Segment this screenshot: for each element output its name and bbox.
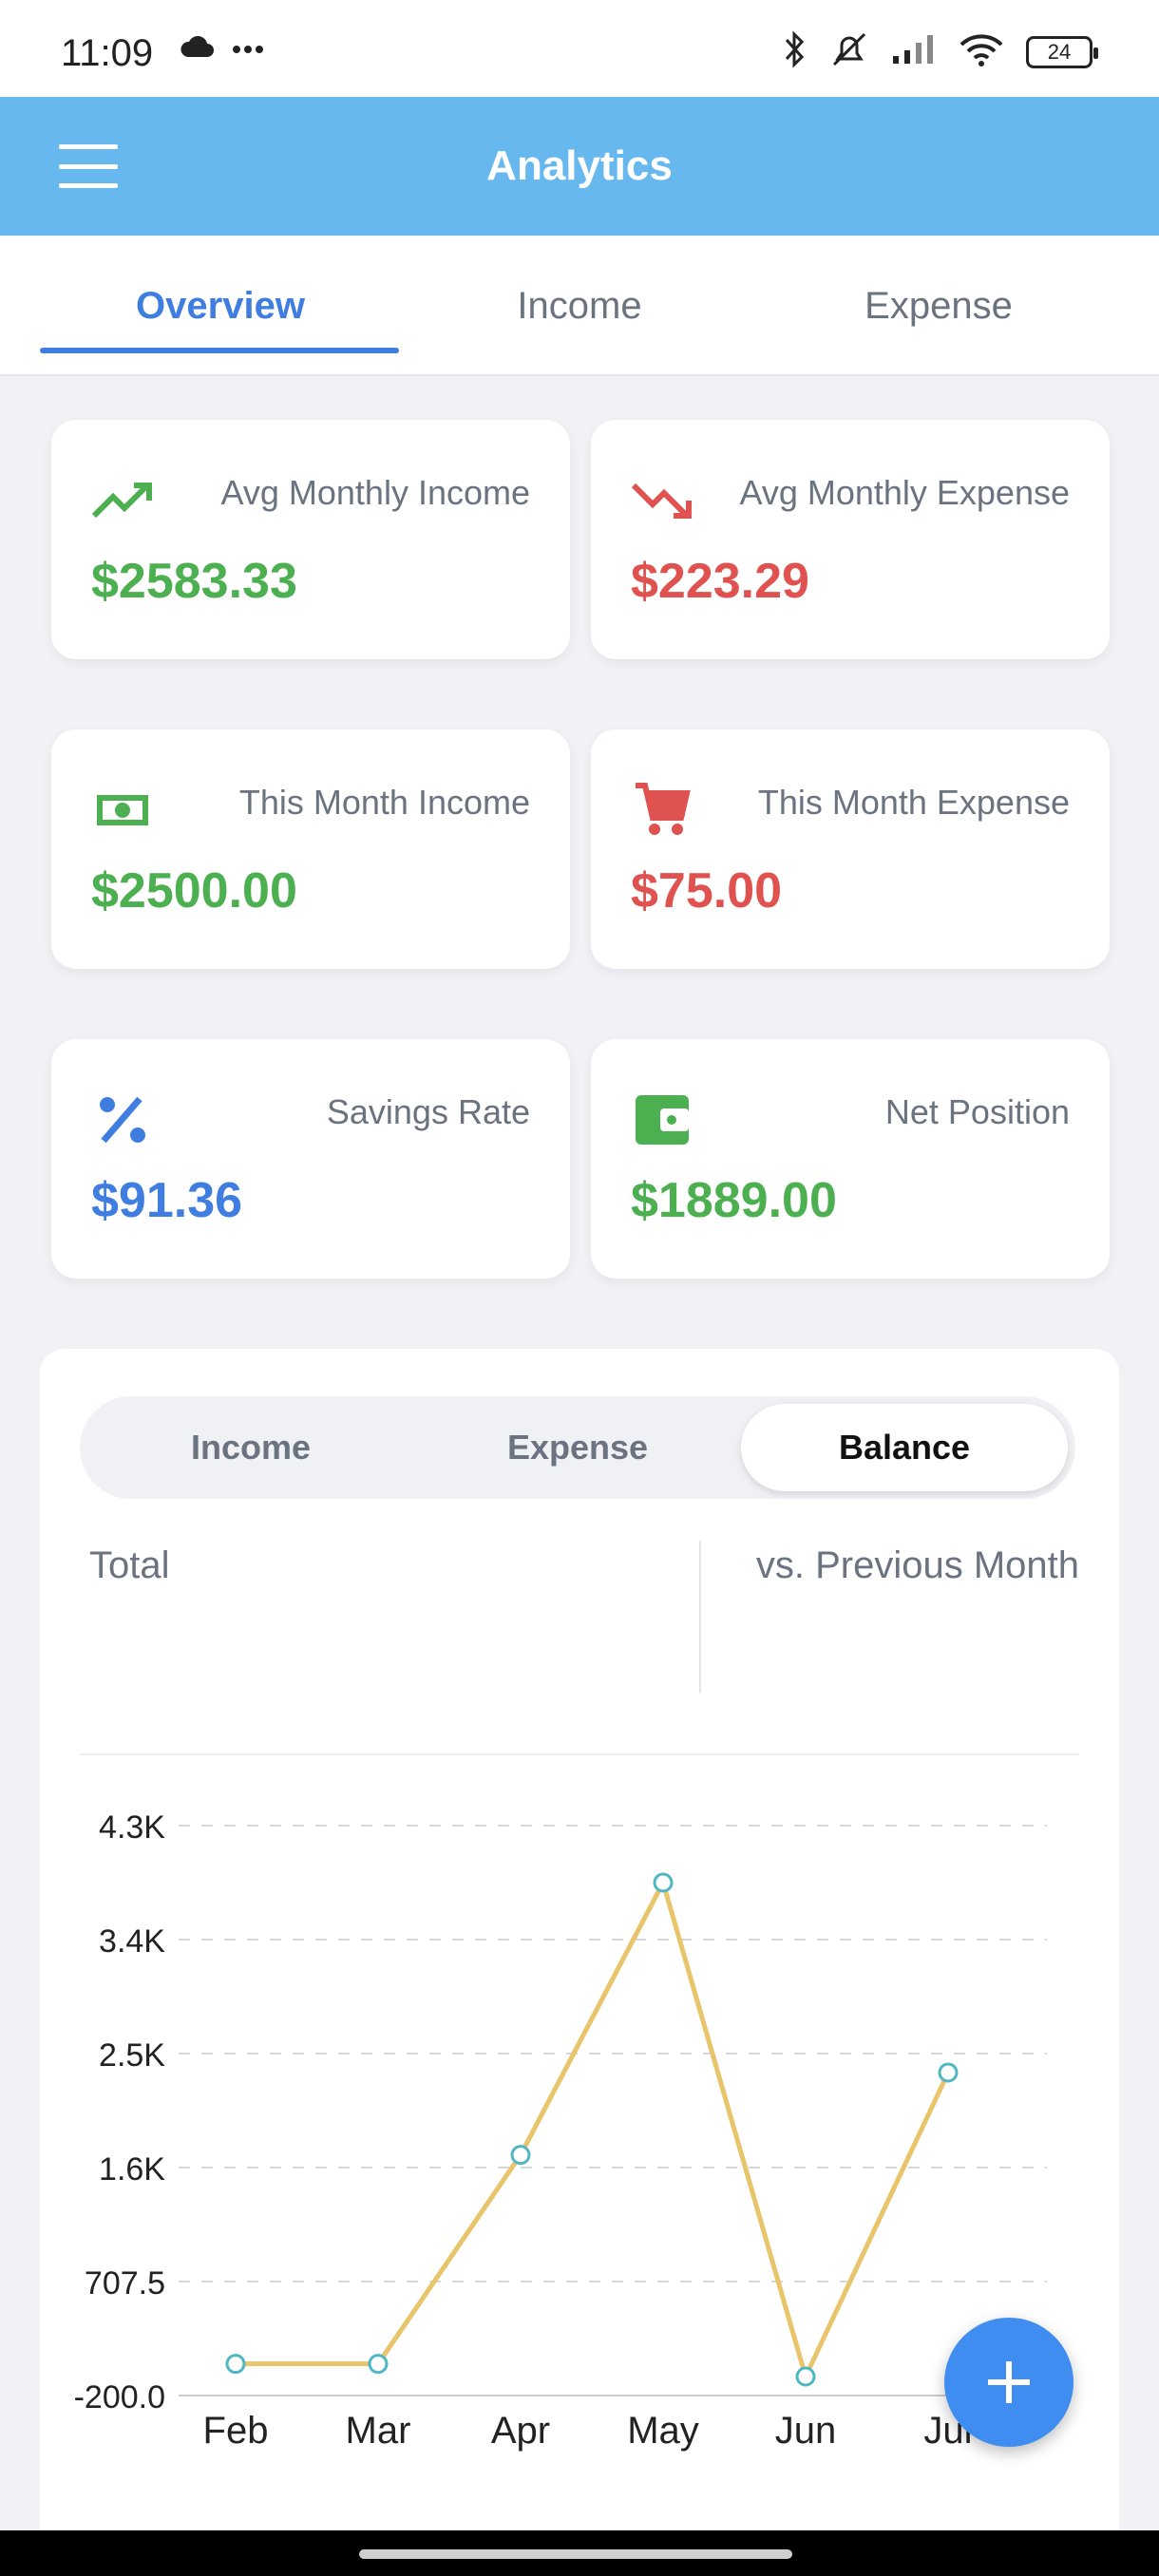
app-bar: Analytics — [0, 97, 1159, 236]
y-tick-label: 1.6K — [99, 2151, 165, 2188]
data-point — [510, 2145, 531, 2166]
battery-icon: 24 — [1026, 35, 1098, 68]
y-tick-label: 3.4K — [99, 1923, 165, 1960]
month-income-value: $2500.00 — [91, 863, 297, 919]
tab-indicator — [40, 348, 399, 353]
data-point — [938, 2062, 959, 2083]
avg-expense-card: Avg Monthly Expense $223.29 — [591, 420, 1110, 659]
wifi-icon — [958, 31, 1005, 72]
savings-rate-value: $91.36 — [91, 1173, 243, 1228]
savings-rate-card: Savings Rate $91.36 — [51, 1039, 570, 1279]
plus-icon — [988, 2361, 1030, 2403]
y-tick-label: 4.3K — [99, 1809, 165, 1846]
data-point — [653, 1872, 674, 1893]
avg-income-card: Avg Monthly Income $2583.33 — [51, 420, 570, 659]
cart-icon — [631, 779, 694, 842]
tab-expense[interactable]: Expense — [758, 236, 1119, 376]
savings-rate-label: Savings Rate — [326, 1092, 530, 1131]
battery-level: 24 — [1047, 39, 1072, 64]
cloud-icon — [179, 35, 215, 64]
avg-income-label: Avg Monthly Income — [220, 473, 531, 512]
net-position-value: $1889.00 — [631, 1173, 837, 1228]
status-time: 11:09 — [61, 32, 154, 74]
nav-gesture-handle[interactable] — [359, 2549, 792, 2559]
wallet-icon — [631, 1089, 694, 1151]
bluetooth-icon — [783, 30, 808, 73]
x-tick-label: Mar — [346, 2410, 411, 2452]
more-dots-icon — [232, 42, 264, 59]
y-tick-label: 707.5 — [85, 2265, 165, 2301]
month-expense-label: This Month Expense — [757, 783, 1070, 822]
month-expense-value: $75.00 — [631, 863, 783, 919]
balance-series-line — [236, 1880, 951, 2379]
net-position-card: Net Position $1889.00 — [591, 1039, 1110, 1279]
data-point — [368, 2354, 389, 2375]
trending-down-icon — [631, 469, 694, 532]
percent-icon — [91, 1089, 154, 1151]
net-position-label: Net Position — [884, 1092, 1070, 1131]
add-transaction-button[interactable] — [944, 2318, 1074, 2447]
signal-icon — [891, 33, 937, 70]
mute-icon — [828, 30, 870, 73]
trending-up-icon — [91, 469, 154, 532]
y-tick-label: -200.0 — [74, 2379, 165, 2415]
avg-expense-value: $223.29 — [631, 554, 809, 609]
tab-bar: Overview Income Expense — [0, 236, 1159, 376]
month-income-card: This Month Income $2500.00 — [51, 729, 570, 969]
system-nav-bar — [0, 2530, 1159, 2576]
x-tick-label: Feb — [203, 2410, 269, 2452]
month-income-label: This Month Income — [238, 783, 530, 822]
cash-icon — [91, 779, 154, 842]
page-title: Analytics — [486, 142, 673, 189]
x-tick-label: Jun — [775, 2410, 837, 2452]
data-point — [225, 2354, 246, 2375]
status-bar: 11:09 24 — [0, 0, 1159, 97]
x-tick-label: Apr — [491, 2410, 550, 2452]
data-point — [795, 2366, 816, 2387]
month-expense-card: This Month Expense $75.00 — [591, 729, 1110, 969]
x-tick-label: May — [627, 2410, 699, 2452]
avg-income-value: $2583.33 — [91, 554, 297, 609]
tab-overview[interactable]: Overview — [40, 236, 401, 376]
y-tick-label: 2.5K — [99, 2037, 165, 2074]
tab-income[interactable]: Income — [399, 236, 760, 376]
avg-expense-label: Avg Monthly Expense — [739, 473, 1070, 512]
